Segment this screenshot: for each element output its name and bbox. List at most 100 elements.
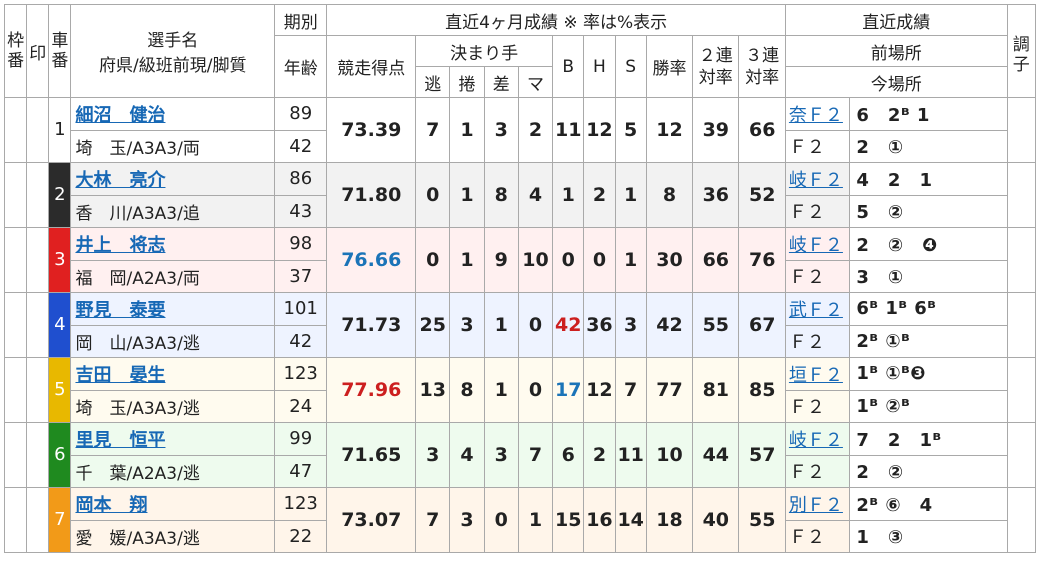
prev-venue[interactable]: 垣Ｆ２: [784, 357, 851, 391]
race-entry-table: 枠番 印 車番 選手名 府県/級班前現/脚質 期別 直近4ヶ月成績 ※ 率は%表…: [3, 4, 1037, 553]
rider-name-link[interactable]: 吉田 晏生: [75, 365, 165, 386]
rider-name[interactable]: 吉田 晏生: [70, 357, 276, 391]
rider-name[interactable]: 井上 将志: [70, 227, 276, 261]
condition-cell: [1006, 227, 1037, 293]
rider-age: 22: [274, 519, 328, 553]
rider-name-link[interactable]: 細沼 健治: [75, 105, 165, 126]
car-number: 1: [54, 119, 66, 140]
rentai3-rate: 66: [738, 97, 786, 163]
rentai3-rate: 67: [738, 292, 786, 358]
rider-name-link[interactable]: 野見 泰要: [75, 300, 165, 321]
rider-age: 47: [274, 454, 328, 488]
rider-name[interactable]: 野見 泰要: [70, 292, 276, 326]
rider-name-link[interactable]: 大林 亮介: [75, 170, 165, 191]
rentai2-rate: 39: [692, 97, 740, 163]
prev-venue-link[interactable]: 岐Ｆ２: [789, 170, 843, 191]
race-score: 73.39: [326, 97, 417, 163]
stat-s: 7: [614, 357, 647, 423]
header-s: S: [614, 35, 647, 98]
curr-result: 5 ②: [849, 194, 1008, 228]
kimarite-mark: 10: [517, 227, 554, 293]
win-rate: 18: [645, 487, 694, 553]
prev-result: 2 ② ❹: [849, 227, 1008, 261]
prev-venue[interactable]: 岐Ｆ２: [784, 162, 851, 196]
stat-h: 12: [583, 357, 616, 423]
rider-name-link[interactable]: 里見 恒平: [75, 430, 165, 451]
header-kimarite: 決まり手: [415, 35, 554, 67]
prev-venue-link[interactable]: 別Ｆ２: [789, 495, 843, 516]
mark-cell: [26, 357, 50, 423]
stat-s: 14: [614, 487, 647, 553]
kimarite-nige: 25: [415, 292, 451, 358]
rider-name[interactable]: 岡本 翔: [70, 487, 276, 521]
kimarite-mark: 2: [517, 97, 554, 163]
rider-info: 岡 山/A3A3/逃: [70, 324, 276, 358]
rider-info: 香 川/A3A3/追: [70, 194, 276, 228]
kimarite-mark: 4: [517, 162, 554, 228]
prev-venue-link[interactable]: 岐Ｆ２: [789, 430, 843, 451]
condition-cell: [1006, 97, 1037, 163]
header-waku: 枠番: [3, 4, 28, 98]
rentai2-rate: 81: [692, 357, 740, 423]
prev-venue[interactable]: 武Ｆ２: [784, 292, 851, 326]
rider-name[interactable]: 里見 恒平: [70, 422, 276, 456]
rider-name[interactable]: 大林 亮介: [70, 162, 276, 196]
header-condition: 調子: [1006, 4, 1037, 98]
car-cell: 5: [48, 357, 72, 423]
header-makuri: 捲: [449, 66, 485, 98]
condition-cell: [1006, 357, 1037, 423]
rentai2-rate: 36: [692, 162, 740, 228]
rider-term: 89: [274, 97, 328, 131]
kimarite-mark: 0: [517, 357, 554, 423]
rentai3-rate: 52: [738, 162, 786, 228]
prev-venue-link[interactable]: 武Ｆ２: [789, 300, 843, 321]
kimarite-nige: 0: [415, 162, 451, 228]
stat-h: 2: [583, 422, 616, 488]
waku-cell: [3, 292, 28, 358]
race-score: 73.07: [326, 487, 417, 553]
car-number: 7: [54, 509, 66, 530]
rentai3-rate: 76: [738, 227, 786, 293]
prev-venue-link[interactable]: 垣Ｆ２: [789, 365, 843, 386]
rider-row: 3 井上 将志 98 76.66 0 1 9 10 0 0 1 30 66 76 岐Ｆ２ 2 ② ❹: [3, 227, 1037, 293]
prev-venue-link[interactable]: 奈Ｆ２: [789, 105, 843, 126]
curr-result: 1ᴮ ②ᴮ: [849, 389, 1008, 423]
prev-result: 2ᴮ ⑥ 4: [849, 487, 1008, 521]
rider-info: 福 岡/A2A3/両: [70, 259, 276, 293]
rider-name-link[interactable]: 井上 将志: [75, 235, 165, 256]
curr-venue: Ｆ２: [784, 454, 851, 488]
rider-name[interactable]: 細沼 健治: [70, 97, 276, 131]
win-rate: 12: [645, 97, 694, 163]
rider-row: 6 里見 恒平 99 71.65 3 4 3 7 6 2 11 10 44 57 岐Ｆ２ 7 2 1ᴮ: [3, 422, 1037, 488]
car-cell: 2: [48, 162, 72, 228]
curr-result: 3 ①: [849, 259, 1008, 293]
rentai3-rate: 85: [738, 357, 786, 423]
waku-cell: [3, 357, 28, 423]
prev-venue-link[interactable]: 岐Ｆ２: [789, 235, 843, 256]
kimarite-mark: 0: [517, 292, 554, 358]
race-score: 77.96: [326, 357, 417, 423]
stat-b: 1: [552, 162, 585, 228]
rider-name-link[interactable]: 岡本 翔: [75, 495, 147, 516]
curr-venue: Ｆ２: [784, 389, 851, 423]
condition-cell: [1006, 292, 1037, 358]
header-term: 期別: [274, 4, 328, 36]
header-r3: ３連対率: [738, 35, 786, 98]
rider-term: 123: [274, 487, 328, 521]
prev-venue[interactable]: 岐Ｆ２: [784, 227, 851, 261]
prev-venue[interactable]: 奈Ｆ２: [784, 97, 851, 131]
win-rate: 10: [645, 422, 694, 488]
prev-venue[interactable]: 岐Ｆ２: [784, 422, 851, 456]
prev-venue[interactable]: 別Ｆ２: [784, 487, 851, 521]
curr-result: 2ᴮ ①ᴮ: [849, 324, 1008, 358]
car-number: 5: [54, 379, 66, 400]
stat-h: 2: [583, 162, 616, 228]
win-rate: 77: [645, 357, 694, 423]
kimarite-sashi: 1: [483, 357, 519, 423]
kimarite-sashi: 1: [483, 292, 519, 358]
header-player-sub: 府県/級班前現/脚質: [99, 56, 247, 76]
race-score: 71.73: [326, 292, 417, 358]
car-number: 4: [54, 314, 66, 335]
header-h: H: [583, 35, 616, 98]
kimarite-makuri: 1: [449, 97, 485, 163]
